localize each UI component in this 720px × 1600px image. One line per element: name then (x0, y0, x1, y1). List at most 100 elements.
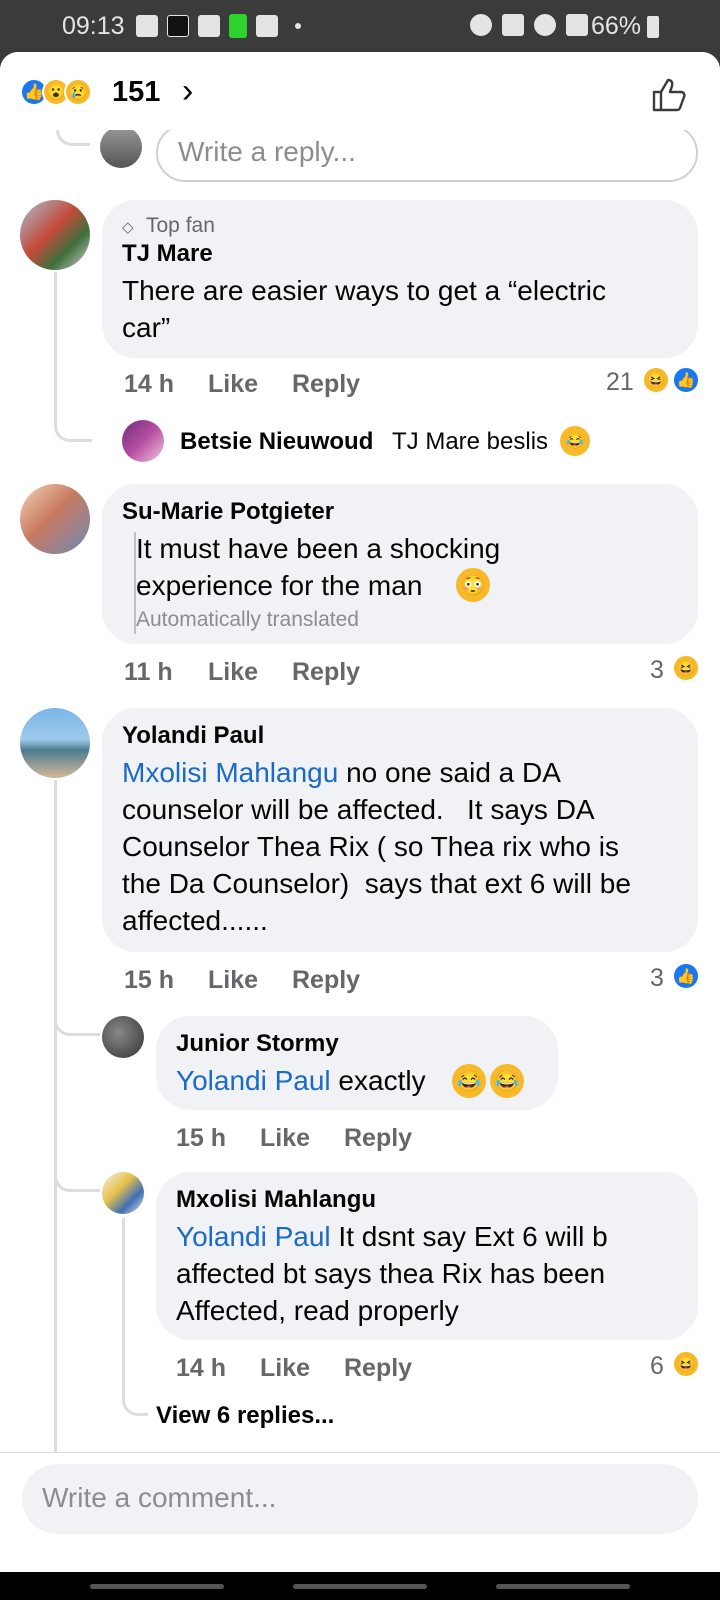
reply-input[interactable]: Write a reply... (156, 124, 698, 182)
avatar[interactable] (102, 1172, 144, 1214)
like-button[interactable]: Like (208, 658, 258, 687)
haha-reaction-icon: 😆 (642, 366, 670, 394)
haha-reaction-icon: 😆 (672, 1350, 700, 1378)
reaction-icons: 👍 😮 😢 (20, 78, 92, 106)
thread-connector (122, 1218, 148, 1416)
view-replies-link[interactable]: View 6 replies... (156, 1402, 334, 1430)
haha-reaction-icon: 😆 (672, 654, 700, 682)
back-button[interactable] (496, 1584, 630, 1589)
comment-author[interactable]: TJ Mare (122, 240, 213, 268)
comment-input[interactable]: Write a comment... (22, 1464, 698, 1534)
comment-text-line: It must have been a shocking (136, 533, 501, 564)
app-notification-icon (167, 15, 189, 37)
chat-icon (136, 15, 158, 37)
sad-reaction-icon: 😢 (64, 78, 92, 106)
comment-author[interactable]: Yolandi Paul (122, 722, 264, 750)
avatar[interactable] (102, 1016, 144, 1058)
laughing-emoji-icon: 😂 (490, 1064, 524, 1098)
comment-bubble: Yolandi Paul Mxolisi Mahlangu no one sai… (102, 708, 698, 952)
reply-time: 14 h (176, 1354, 227, 1382)
reactions-header[interactable]: 👍 😮 😢 151 › (0, 52, 720, 130)
chevron-right-icon[interactable]: › (182, 72, 193, 111)
wifi-icon (534, 14, 556, 36)
comment-text-line: car” (122, 312, 171, 343)
avatar[interactable] (100, 126, 142, 168)
comment-text-line: Counselor Thea Rix ( so Thea rix who is (122, 831, 619, 862)
reply-author[interactable]: Mxolisi Mahlangu (176, 1186, 376, 1214)
thread-connector (54, 272, 92, 442)
reply-placeholder: Write a reply... (178, 136, 356, 167)
mention-link[interactable]: Yolandi Paul (176, 1221, 331, 1252)
comments-sheet: 👍 😮 😢 151 › Write a reply... ◇ Top fan T… (0, 52, 720, 1572)
reaction-count[interactable]: 3 (650, 656, 664, 685)
recents-button[interactable] (90, 1584, 224, 1589)
thread-line (54, 780, 57, 1452)
reply-button[interactable]: Reply (292, 370, 360, 399)
reaction-count: 151 (112, 76, 161, 108)
avatar[interactable] (122, 420, 164, 462)
reply-text: Yolandi Paul exactly (176, 1062, 426, 1099)
avatar[interactable] (20, 484, 90, 554)
reply-author[interactable]: Betsie Nieuwoud (180, 428, 373, 456)
battery-icon (647, 16, 659, 38)
like-button[interactable]: Like (208, 370, 258, 399)
reply-time: 15 h (176, 1124, 227, 1152)
status-bar: 09:13 66% (0, 0, 720, 52)
like-button[interactable]: Like (260, 1354, 310, 1383)
reply-button[interactable]: Reply (292, 658, 360, 687)
system-navigation-bar (0, 1572, 720, 1600)
comment-text-line: affected...... (122, 905, 268, 936)
comment-placeholder: Write a comment... (42, 1482, 277, 1513)
status-time: 09:13 (62, 12, 125, 40)
comment-author[interactable]: Su-Marie Potgieter (122, 498, 334, 526)
signal-icon (566, 14, 588, 36)
notification-icons (136, 14, 301, 38)
checkbox-icon (256, 15, 278, 37)
home-button[interactable] (293, 1584, 427, 1589)
like-reaction-icon: 👍 (672, 962, 700, 990)
comment-text-line: There are easier ways to get a “electric (122, 275, 606, 306)
reaction-count[interactable]: 3 (650, 964, 664, 993)
flushed-emoji-icon: 😳 (456, 568, 490, 602)
laughing-emoji-icon: 😂 (452, 1064, 486, 1098)
like-button[interactable]: Like (208, 966, 258, 995)
comment-text-segment: no one said a DA (338, 757, 561, 788)
battery-level: 66% (591, 12, 642, 40)
comment-text-line: experience for the man (136, 570, 423, 601)
security-icon (198, 15, 220, 37)
thread-connector (54, 1168, 100, 1192)
mute-icon (502, 14, 524, 36)
alarm-icon (470, 14, 492, 36)
comment-time: 11 h (124, 658, 173, 686)
like-button[interactable]: Like (260, 1124, 310, 1153)
comment-bubble: Su-Marie Potgieter It must have been a s… (102, 484, 698, 644)
reaction-count[interactable]: 21 (606, 368, 634, 397)
android-icon (229, 14, 247, 38)
like-reaction-icon: 👍 (672, 366, 700, 394)
reaction-count[interactable]: 6 (650, 1352, 664, 1381)
translation-label[interactable]: Automatically translated (136, 608, 359, 632)
reply-bubble: Mxolisi Mahlangu Yolandi Paul It dsnt sa… (156, 1172, 698, 1340)
more-notifications-icon (295, 23, 301, 29)
reply-text-line: Yolandi Paul It dsnt say Ext 6 will b (176, 1218, 608, 1255)
reply-text-line: Affected, read properly (176, 1295, 459, 1326)
comment-text-line: counselor will be affected. It says DA (122, 794, 595, 825)
comment-text-line: Mxolisi Mahlangu no one said a DA (122, 754, 561, 791)
avatar[interactable] (20, 708, 90, 778)
reply-preview-text[interactable]: TJ Mare beslis (392, 428, 548, 456)
reply-author[interactable]: Junior Stormy (176, 1030, 339, 1058)
mention-link[interactable]: Yolandi Paul (176, 1065, 331, 1096)
like-post-button[interactable] (650, 76, 688, 114)
reply-text-segment: exactly (330, 1065, 426, 1096)
top-fan-badge: Top fan (146, 214, 215, 237)
reply-button[interactable]: Reply (344, 1124, 412, 1153)
comment-time: 14 h (124, 370, 175, 398)
comment-composer: Write a comment... (0, 1452, 720, 1572)
comment-text-line: the Da Counselor) says that ext 6 will b… (122, 868, 631, 899)
reply-button[interactable]: Reply (292, 966, 360, 995)
reply-button[interactable]: Reply (344, 1354, 412, 1383)
reply-bubble: Junior Stormy Yolandi Paul exactly 😂 😂 (156, 1016, 558, 1110)
system-icons (470, 14, 588, 36)
avatar[interactable] (20, 200, 90, 270)
mention-link[interactable]: Mxolisi Mahlangu (122, 757, 338, 788)
